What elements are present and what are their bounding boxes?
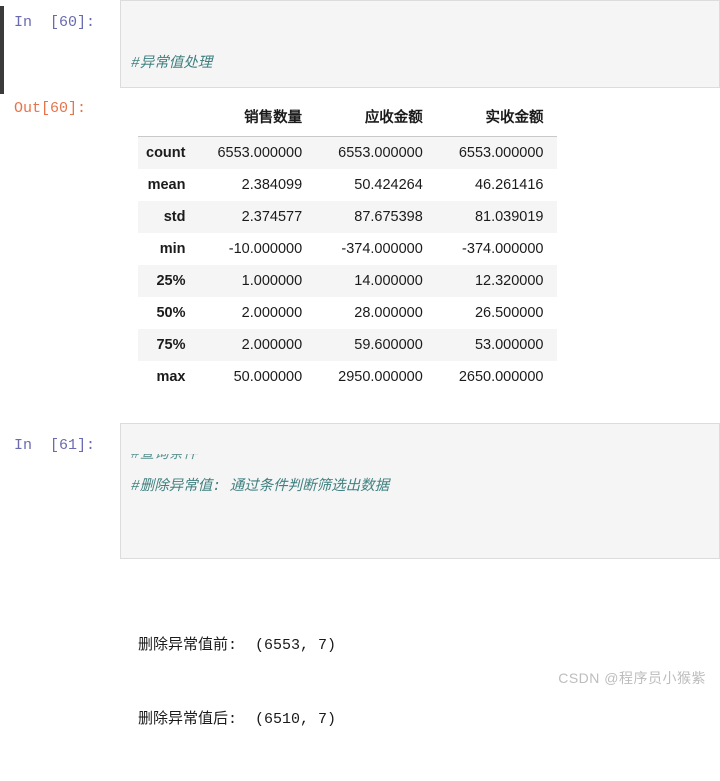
notebook-cell-61: In [61]: #删除异常值: 通过条件判断筛选出数据 #查询条件 #应用查询… [0, 423, 720, 559]
table-row: count 6553.000000 6553.000000 6553.00000… [138, 136, 558, 169]
output-60-body: 销售数量 应收金额 实收金额 count 6553.000000 6553.00… [120, 98, 720, 393]
cell-25pct-0: 1.000000 [241, 273, 303, 289]
dataframe-col-header-2: 实收金额 [436, 102, 558, 137]
cell-75pct-0: 2.000000 [241, 337, 303, 353]
cell-min-0: -10.000000 [228, 241, 303, 257]
cell-25pct-2: 12.320000 [474, 273, 544, 289]
dataframe-header-row: 销售数量 应收金额 实收金额 [138, 102, 558, 137]
cell-61-clipped-comment-text: #查询条件 [131, 454, 198, 463]
table-row: 75% 2.000000 59.600000 53.000000 [138, 329, 558, 361]
dataframe-col-header-1: 应收金额 [316, 102, 437, 137]
cell-61-code-editor[interactable]: #删除异常值: 通过条件判断筛选出数据 #查询条件 #应用查询条件 print(… [120, 423, 720, 559]
cell-25pct-1: 14.000000 [354, 273, 423, 289]
cell-60-out-prompt: Out[60]: [14, 100, 87, 117]
gap-after-output-60 [0, 393, 720, 423]
table-row: std 2.374577 87.675398 81.039019 [138, 201, 558, 233]
dataframe-body: count 6553.000000 6553.000000 6553.00000… [138, 136, 558, 393]
describe-dataframe-table: 销售数量 应收金额 实收金额 count 6553.000000 6553.00… [138, 102, 558, 393]
cell-61-clipped-comment-row: #查询条件 [131, 454, 719, 465]
dataframe-row-label-75pct: 75% [156, 337, 186, 353]
cell-min-2: -374.000000 [462, 241, 544, 257]
cell-min-1: -374.000000 [341, 241, 423, 257]
table-row: max 50.000000 2950.000000 2650.000000 [138, 361, 558, 393]
cell-61-row: In [61]: #删除异常值: 通过条件判断筛选出数据 #查询条件 #应用查询… [0, 423, 720, 559]
stdout-line-after: 删除异常值后: (6510, 7) [138, 711, 337, 728]
gap-after-cell-60 [0, 88, 720, 98]
cell-std-2: 81.039019 [474, 209, 544, 225]
table-row: mean 2.384099 50.424264 46.261416 [138, 169, 558, 201]
cell-61-code-line-1: #删除异常值: 通过条件判断筛选出数据 [131, 479, 390, 495]
cell-mean-1: 50.424264 [354, 177, 423, 193]
dataframe-row-label-min: min [159, 241, 186, 257]
cell-max-1: 2950.000000 [338, 369, 423, 385]
csdn-watermark: CSDN @程序员小猴紫 [558, 670, 706, 686]
stdout-line-before: 删除异常值前: (6553, 7) [138, 637, 337, 654]
output-block-60: Out[60]: 销售数量 应收金额 实收金额 count 6553.00000… [0, 98, 720, 393]
cell-60-in-prompt: In [60]: [14, 14, 96, 31]
cell-mean-0: 2.384099 [241, 177, 303, 193]
notebook-cell-60: In [60]: #异常值处理 #描述指标: ‘销售数量’ 不能小于0 sale… [0, 0, 720, 94]
cell-std-0: 2.374577 [241, 209, 303, 225]
dataframe-row-label-count: count [146, 145, 186, 161]
gap-after-cell-61 [0, 559, 720, 581]
cell-50pct-1: 28.000000 [354, 305, 423, 321]
table-row: 50% 2.000000 28.000000 26.500000 [138, 297, 558, 329]
dataframe-row-label-mean: mean [147, 177, 186, 193]
cell-max-2: 2650.000000 [458, 369, 544, 385]
cell-50pct-2: 26.500000 [474, 305, 544, 321]
cell-std-1: 87.675398 [354, 209, 423, 225]
cell-75pct-2: 53.000000 [474, 337, 544, 353]
cell-count-2: 6553.000000 [458, 145, 544, 161]
cell-60-code-editor[interactable]: #异常值处理 #描述指标: ‘销售数量’ 不能小于0 salesDF.descr… [120, 0, 720, 88]
dataframe-head: 销售数量 应收金额 实收金额 [138, 102, 558, 137]
cell-75pct-1: 59.600000 [354, 337, 423, 353]
cell-count-0: 6553.000000 [217, 145, 303, 161]
cell-61-in-prompt: In [61]: [14, 437, 96, 454]
cell-60-row: In [60]: #异常值处理 #描述指标: ‘销售数量’ 不能小于0 sale… [0, 0, 720, 94]
table-row: min -10.000000 -374.000000 -374.000000 [138, 233, 558, 265]
dataframe-row-label-25pct: 25% [156, 273, 186, 289]
dataframe-row-label-max: max [156, 369, 186, 385]
dataframe-row-label-50pct: 50% [156, 305, 186, 321]
cell-max-0: 50.000000 [233, 369, 303, 385]
dataframe-corner-cell [138, 102, 196, 137]
dataframe-row-label-std: std [163, 209, 186, 225]
cell-60-code-line-1: #异常值处理 [131, 56, 213, 72]
cell-count-1: 6553.000000 [338, 145, 423, 161]
cell-50pct-0: 2.000000 [241, 305, 303, 321]
table-row: 25% 1.000000 14.000000 12.320000 [138, 265, 558, 297]
dataframe-col-header-0: 销售数量 [195, 102, 317, 137]
cell-mean-2: 46.261416 [474, 177, 544, 193]
cell-60-selection-bar [0, 6, 4, 94]
